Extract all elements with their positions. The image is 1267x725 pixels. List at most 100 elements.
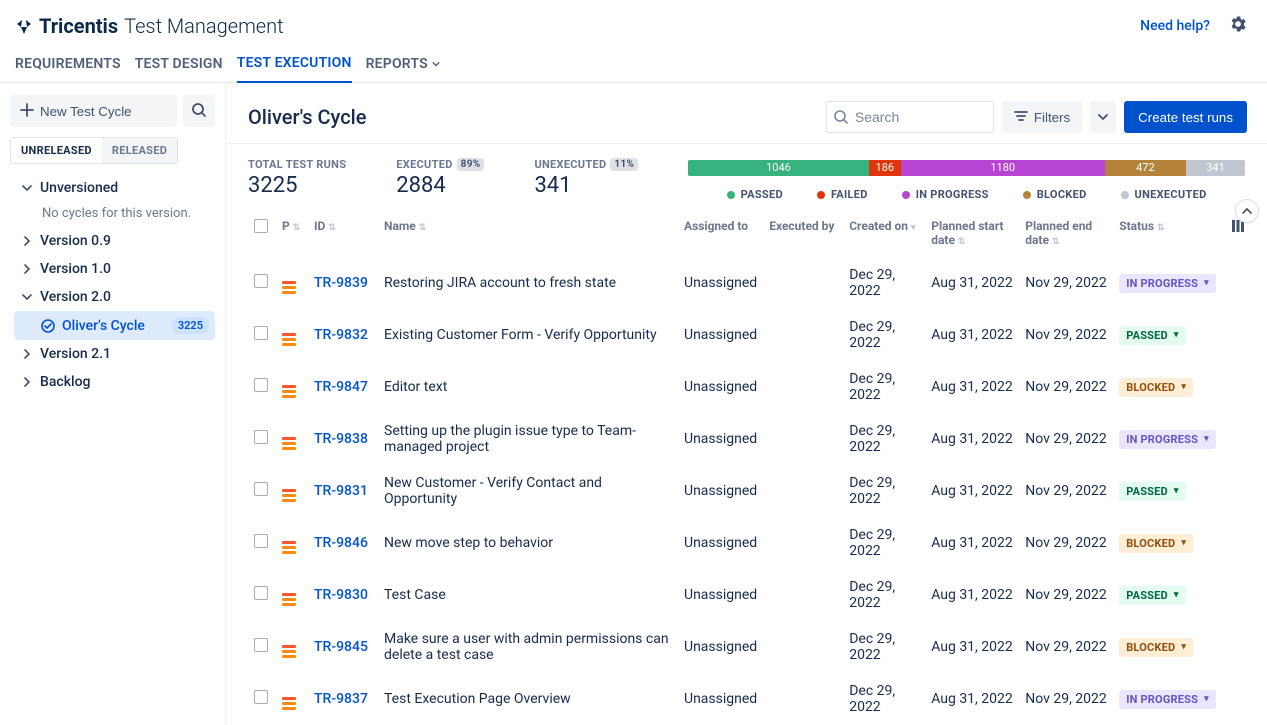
unexecuted-pct: 11% <box>610 158 638 171</box>
filters-dropdown-button[interactable] <box>1090 101 1116 133</box>
row-checkbox[interactable] <box>254 378 268 392</box>
create-test-runs-button[interactable]: Create test runs <box>1124 101 1247 133</box>
chevron-down-icon: ▾ <box>1204 278 1209 288</box>
table-row[interactable]: TR-9831New Customer - Verify Contact and… <box>248 465 1245 517</box>
col-name[interactable]: Name <box>384 219 416 233</box>
status-dropdown[interactable]: PASSED ▾ <box>1119 482 1185 501</box>
nav-item-requirements[interactable]: REQUIREMENTS <box>15 56 121 82</box>
search-input[interactable] <box>826 101 994 133</box>
col-created[interactable]: Created on <box>849 219 908 233</box>
row-checkbox[interactable] <box>254 534 268 548</box>
filters-button[interactable]: Filters <box>1002 101 1082 133</box>
assigned-to: Unassigned <box>684 535 757 551</box>
legend-dot-icon <box>817 191 825 199</box>
total-label: TOTAL TEST RUNS <box>248 158 346 171</box>
tab-unreleased[interactable]: UNRELEASED <box>11 138 102 163</box>
run-id-link[interactable]: TR-9846 <box>314 535 368 551</box>
tree-version[interactable]: Version 2.0 <box>14 283 215 311</box>
status-dropdown[interactable]: PASSED ▾ <box>1119 586 1185 605</box>
tree-version[interactable]: Version 1.0 <box>14 255 215 283</box>
table-row[interactable]: TR-9838Setting up the plugin issue type … <box>248 413 1245 465</box>
priority-icon <box>282 697 296 710</box>
status-dropdown[interactable]: BLOCKED ▾ <box>1119 534 1193 553</box>
legend-dot-icon <box>1023 191 1031 199</box>
tree-version[interactable]: Version 0.9 <box>14 227 215 255</box>
status-dropdown[interactable]: PASSED ▾ <box>1119 326 1185 345</box>
assigned-to: Unassigned <box>684 691 757 707</box>
legend-label: BLOCKED <box>1037 188 1087 201</box>
filters-label: Filters <box>1034 110 1070 125</box>
sort-icon: ⇅ <box>958 237 966 247</box>
tree-version[interactable]: Backlog <box>14 368 215 396</box>
row-checkbox[interactable] <box>254 586 268 600</box>
tree-label: Version 1.0 <box>40 261 209 277</box>
run-id-link[interactable]: TR-9847 <box>314 379 368 395</box>
row-checkbox[interactable] <box>254 274 268 288</box>
table-row[interactable]: TR-9830Test CaseUnassignedDec 29, 2022Au… <box>248 569 1245 621</box>
run-id-link[interactable]: TR-9837 <box>314 691 368 707</box>
table-row[interactable]: TR-9847Editor textUnassignedDec 29, 2022… <box>248 361 1245 413</box>
columns-settings-icon[interactable] <box>1231 222 1245 236</box>
planned-end: Nov 29, 2022 <box>1025 431 1107 447</box>
table-row[interactable]: TR-9832Existing Customer Form - Verify O… <box>248 309 1245 361</box>
col-priority[interactable]: P <box>282 219 290 233</box>
created-on: Dec 29, 2022 <box>849 579 895 611</box>
nav-item-reports[interactable]: REPORTS <box>366 56 440 82</box>
assigned-to: Unassigned <box>684 275 757 291</box>
select-all-checkbox[interactable] <box>254 219 268 233</box>
run-name: Make sure a user with admin permissions … <box>384 631 669 663</box>
planned-end: Nov 29, 2022 <box>1025 275 1107 291</box>
table-row[interactable]: TR-9839 Restoring JIRA account to fresh s… <box>248 257 1245 309</box>
new-test-cycle-button[interactable]: New Test Cycle <box>10 95 177 127</box>
chevron-icon <box>20 292 34 302</box>
status-dropdown[interactable]: IN PROGRESS ▾ <box>1119 690 1216 709</box>
priority-icon <box>282 437 296 450</box>
col-planned-start[interactable]: Planned start date <box>931 219 1003 247</box>
sort-icon: ⇅ <box>293 223 301 233</box>
tree-unversioned[interactable]: Unversioned <box>14 174 215 202</box>
run-id-link[interactable]: TR-9845 <box>314 639 368 655</box>
tab-released[interactable]: RELEASED <box>102 138 177 163</box>
settings-button[interactable] <box>1224 10 1252 41</box>
tree-version[interactable]: Version 2.1 <box>14 340 215 368</box>
col-assigned[interactable]: Assigned to <box>684 219 748 233</box>
run-id-link[interactable]: TR-9839 <box>314 275 368 291</box>
run-name: Restoring JIRA account to fresh state <box>384 275 616 291</box>
help-link[interactable]: Need help? <box>1140 18 1210 34</box>
nav-item-test-execution[interactable]: TEST EXECUTION <box>237 55 352 83</box>
status-dropdown[interactable]: IN PROGRESS ▾ <box>1119 430 1216 449</box>
scroll-up-button[interactable] <box>1235 199 1259 223</box>
table-row[interactable]: TR-9845 Make sure a user with admin permi… <box>248 621 1245 673</box>
run-id-link[interactable]: TR-9832 <box>314 327 368 343</box>
row-checkbox[interactable] <box>254 326 268 340</box>
nav-item-test-design[interactable]: TEST DESIGN <box>135 56 223 82</box>
executed-label: EXECUTED <box>396 158 452 171</box>
row-checkbox[interactable] <box>254 482 268 496</box>
col-executed[interactable]: Executed by <box>769 219 834 233</box>
sidebar-search-button[interactable] <box>183 95 215 127</box>
status-dropdown[interactable]: IN PROGRESS ▾ <box>1119 274 1216 293</box>
planned-start: Aug 31, 2022 <box>931 639 1013 655</box>
run-id-link[interactable]: TR-9830 <box>314 587 368 603</box>
col-status[interactable]: Status <box>1119 219 1154 233</box>
brand: Tricentis Test Management <box>15 14 284 38</box>
chevron-down-icon <box>20 183 34 193</box>
planned-start: Aug 31, 2022 <box>931 587 1013 603</box>
priority-icon <box>282 333 296 346</box>
tree-cycle[interactable]: Oliver's Cycle3225 <box>14 311 215 340</box>
run-id-link[interactable]: TR-9838 <box>314 431 368 447</box>
priority-icon <box>282 541 296 554</box>
created-on: Dec 29, 2022 <box>849 319 895 351</box>
table-row[interactable]: TR-9837Test Execution Page OverviewUnass… <box>248 673 1245 725</box>
main-nav: REQUIREMENTS TEST DESIGN TEST EXECUTION REP… <box>0 47 1267 83</box>
unexecuted-value: 341 <box>534 173 638 198</box>
status-dropdown[interactable]: BLOCKED ▾ <box>1119 378 1193 397</box>
row-checkbox[interactable] <box>254 638 268 652</box>
chevron-icon <box>20 236 34 246</box>
row-checkbox[interactable] <box>254 690 268 704</box>
run-id-link[interactable]: TR-9831 <box>314 483 368 499</box>
table-row[interactable]: TR-9846New move step to behaviorUnassign… <box>248 517 1245 569</box>
status-dropdown[interactable]: BLOCKED ▾ <box>1119 638 1193 657</box>
row-checkbox[interactable] <box>254 430 268 444</box>
col-id[interactable]: ID <box>314 219 325 233</box>
